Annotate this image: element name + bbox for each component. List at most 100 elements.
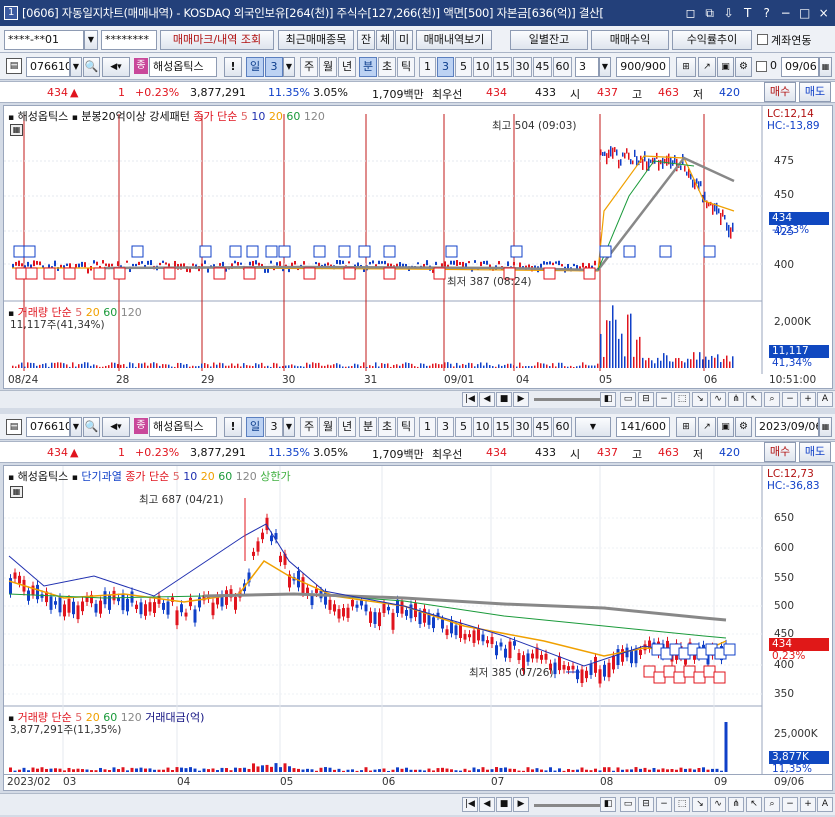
zoom-out-icon[interactable]: − — [782, 797, 798, 812]
chart1-svg[interactable] — [4, 106, 832, 374]
slider-handle-icon[interactable]: ◧ — [600, 392, 616, 407]
tab-week[interactable]: 주 — [300, 57, 318, 77]
trade-marks-button[interactable]: 매매마크/내역 조회 — [160, 30, 274, 50]
line-tool-icon[interactable]: ↗ — [698, 417, 716, 437]
tab-minute[interactable]: 분 — [359, 417, 377, 437]
interval-45[interactable]: 45 — [533, 57, 552, 77]
view-trades-button[interactable]: 매매내역보기 — [416, 30, 492, 50]
save-icon[interactable]: ▣ — [717, 417, 734, 437]
chart1-scrollbar[interactable]: |◀ ◀ ■ ▶ ◧ ▭ ⊟ − ⬚ ↘ ∿ ⋔ ↖ ⌕ − + A — [0, 390, 835, 408]
day-num-field[interactable]: 3 — [265, 417, 283, 437]
interval-1[interactable]: 1 — [419, 57, 436, 77]
chart2-scrollbar[interactable]: |◀ ◀ ■ ▶ ◧ ▭ ⊟ − ⬚ ↘ ∿ ⋔ ↖ ⌕ − + A — [0, 793, 835, 815]
grid-table-icon[interactable]: ▦ — [10, 124, 23, 136]
interval-15[interactable]: 15 — [493, 57, 512, 77]
zoom-in-icon[interactable]: + — [800, 797, 816, 812]
save-icon[interactable]: ▣ — [717, 57, 734, 77]
fork-icon[interactable]: ⋔ — [728, 797, 744, 812]
tab-second[interactable]: 초 — [378, 57, 396, 77]
scroll-first-icon[interactable]: |◀ — [462, 797, 478, 812]
zoom-slider[interactable] — [534, 804, 600, 807]
recent-trades-button[interactable]: 최근매매종목 — [278, 30, 354, 50]
sell-button[interactable]: 매도 — [799, 82, 831, 102]
cursor-icon[interactable]: ↖ — [746, 392, 762, 407]
indicator-icon[interactable]: ⊞ — [676, 417, 696, 437]
interval-10[interactable]: 10 — [473, 57, 492, 77]
interval-30[interactable]: 30 — [513, 417, 532, 437]
interval-dropdown-icon[interactable]: ▼ — [575, 417, 611, 437]
day-dropdown-icon[interactable]: ▼ — [283, 57, 295, 77]
interval-3[interactable]: 3 — [437, 57, 454, 77]
search-icon[interactable]: 🔍 — [83, 57, 100, 77]
balance-button[interactable]: 잔 — [357, 30, 375, 50]
maximize-icon[interactable]: □ — [796, 5, 813, 22]
interval-15[interactable]: 15 — [493, 417, 512, 437]
password-input[interactable]: ******** — [101, 30, 157, 50]
trend-icon[interactable]: ↘ — [692, 392, 708, 407]
bar-count-field[interactable]: 141/600 — [616, 417, 670, 437]
zoom-slider[interactable] — [534, 398, 600, 401]
tab-week[interactable]: 주 — [300, 417, 318, 437]
settings-icon[interactable]: ⚙ — [735, 57, 752, 77]
interval-45[interactable]: 45 — [533, 417, 552, 437]
day-dropdown-icon[interactable]: ▼ — [283, 417, 295, 437]
wave-icon[interactable]: ∿ — [710, 392, 726, 407]
close-icon[interactable]: × — [815, 5, 832, 22]
slider-handle-icon[interactable]: ◧ — [600, 797, 616, 812]
daily-balance-button[interactable]: 일별잔고 — [510, 30, 588, 50]
interval-60[interactable]: 60 — [553, 57, 572, 77]
view-icon[interactable]: ▭ — [620, 797, 636, 812]
grid-table-icon[interactable]: ▦ — [10, 486, 23, 498]
interval-1[interactable]: 1 — [419, 417, 436, 437]
interval-dropdown-icon[interactable]: ▼ — [599, 57, 611, 77]
tab-day[interactable]: 일 — [246, 57, 264, 77]
tab-year[interactable]: 년 — [338, 57, 356, 77]
sell-button[interactable]: 매도 — [799, 442, 831, 462]
fork-icon[interactable]: ⋔ — [728, 392, 744, 407]
minimize-icon[interactable]: − — [777, 5, 794, 22]
chart2-panel[interactable]: ▪ 해성옵틱스 ▪ 단기과열 종가 단순 5 10 20 60 120 상한가 … — [3, 465, 833, 775]
tab-tick[interactable]: 틱 — [397, 417, 415, 437]
scroll-prev-icon[interactable]: ◀ — [479, 797, 495, 812]
tab-year[interactable]: 년 — [338, 417, 356, 437]
account-dropdown-icon[interactable]: ▼ — [84, 30, 98, 50]
account-link-checkbox[interactable] — [757, 34, 768, 45]
code-dropdown-icon[interactable]: ▼ — [70, 417, 82, 437]
zoom-icon[interactable]: ⌕ — [764, 797, 780, 812]
chart-type-icon[interactable]: ▤ — [6, 58, 22, 74]
buy-button[interactable]: 매수 — [764, 442, 796, 462]
settings-icon[interactable]: ⚙ — [735, 417, 752, 437]
scroll-next-icon[interactable]: ▶ — [513, 797, 529, 812]
tab-day[interactable]: 일 — [246, 417, 264, 437]
tab-minute[interactable]: 분 — [359, 57, 377, 77]
font-icon[interactable]: T — [739, 5, 756, 22]
chart-type-icon[interactable]: ▤ — [6, 419, 22, 435]
stock-name-field[interactable]: 해성옵틱스 — [149, 417, 217, 437]
view-icon[interactable]: ▭ — [620, 392, 636, 407]
chart2-svg[interactable] — [4, 466, 832, 774]
search-icon[interactable]: 🔍 — [83, 417, 100, 437]
alert-icon[interactable]: ! — [224, 57, 242, 77]
bar-count-field[interactable]: 900/900 — [616, 57, 670, 77]
interval-10[interactable]: 10 — [473, 417, 492, 437]
split-icon[interactable]: ⊟ — [638, 392, 654, 407]
minus-icon[interactable]: − — [656, 392, 672, 407]
trade-profit-button[interactable]: 매매수익 — [591, 30, 669, 50]
interval-30[interactable]: 30 — [513, 57, 532, 77]
tab-tick[interactable]: 틱 — [397, 57, 415, 77]
tab-month[interactable]: 월 — [319, 417, 337, 437]
profit-trend-button[interactable]: 수익률추이 — [672, 30, 752, 50]
download-icon[interactable]: ⇩ — [720, 5, 737, 22]
minus-icon[interactable]: − — [656, 797, 672, 812]
tab-month[interactable]: 월 — [319, 57, 337, 77]
scroll-next-icon[interactable]: ▶ — [513, 392, 529, 407]
zoom-out-icon[interactable]: − — [782, 392, 798, 407]
stock-name-field[interactable]: 해성옵틱스 — [149, 57, 217, 77]
calendar-icon[interactable]: ▦ — [819, 57, 832, 77]
stock-code-input[interactable]: 076610 — [26, 417, 70, 437]
cursor-icon[interactable]: ↖ — [746, 797, 762, 812]
tab-second[interactable]: 초 — [378, 417, 396, 437]
scroll-stop-icon[interactable]: ■ — [496, 392, 512, 407]
restore-icon[interactable]: ◻ — [682, 5, 699, 22]
zero-checkbox[interactable] — [756, 61, 767, 72]
